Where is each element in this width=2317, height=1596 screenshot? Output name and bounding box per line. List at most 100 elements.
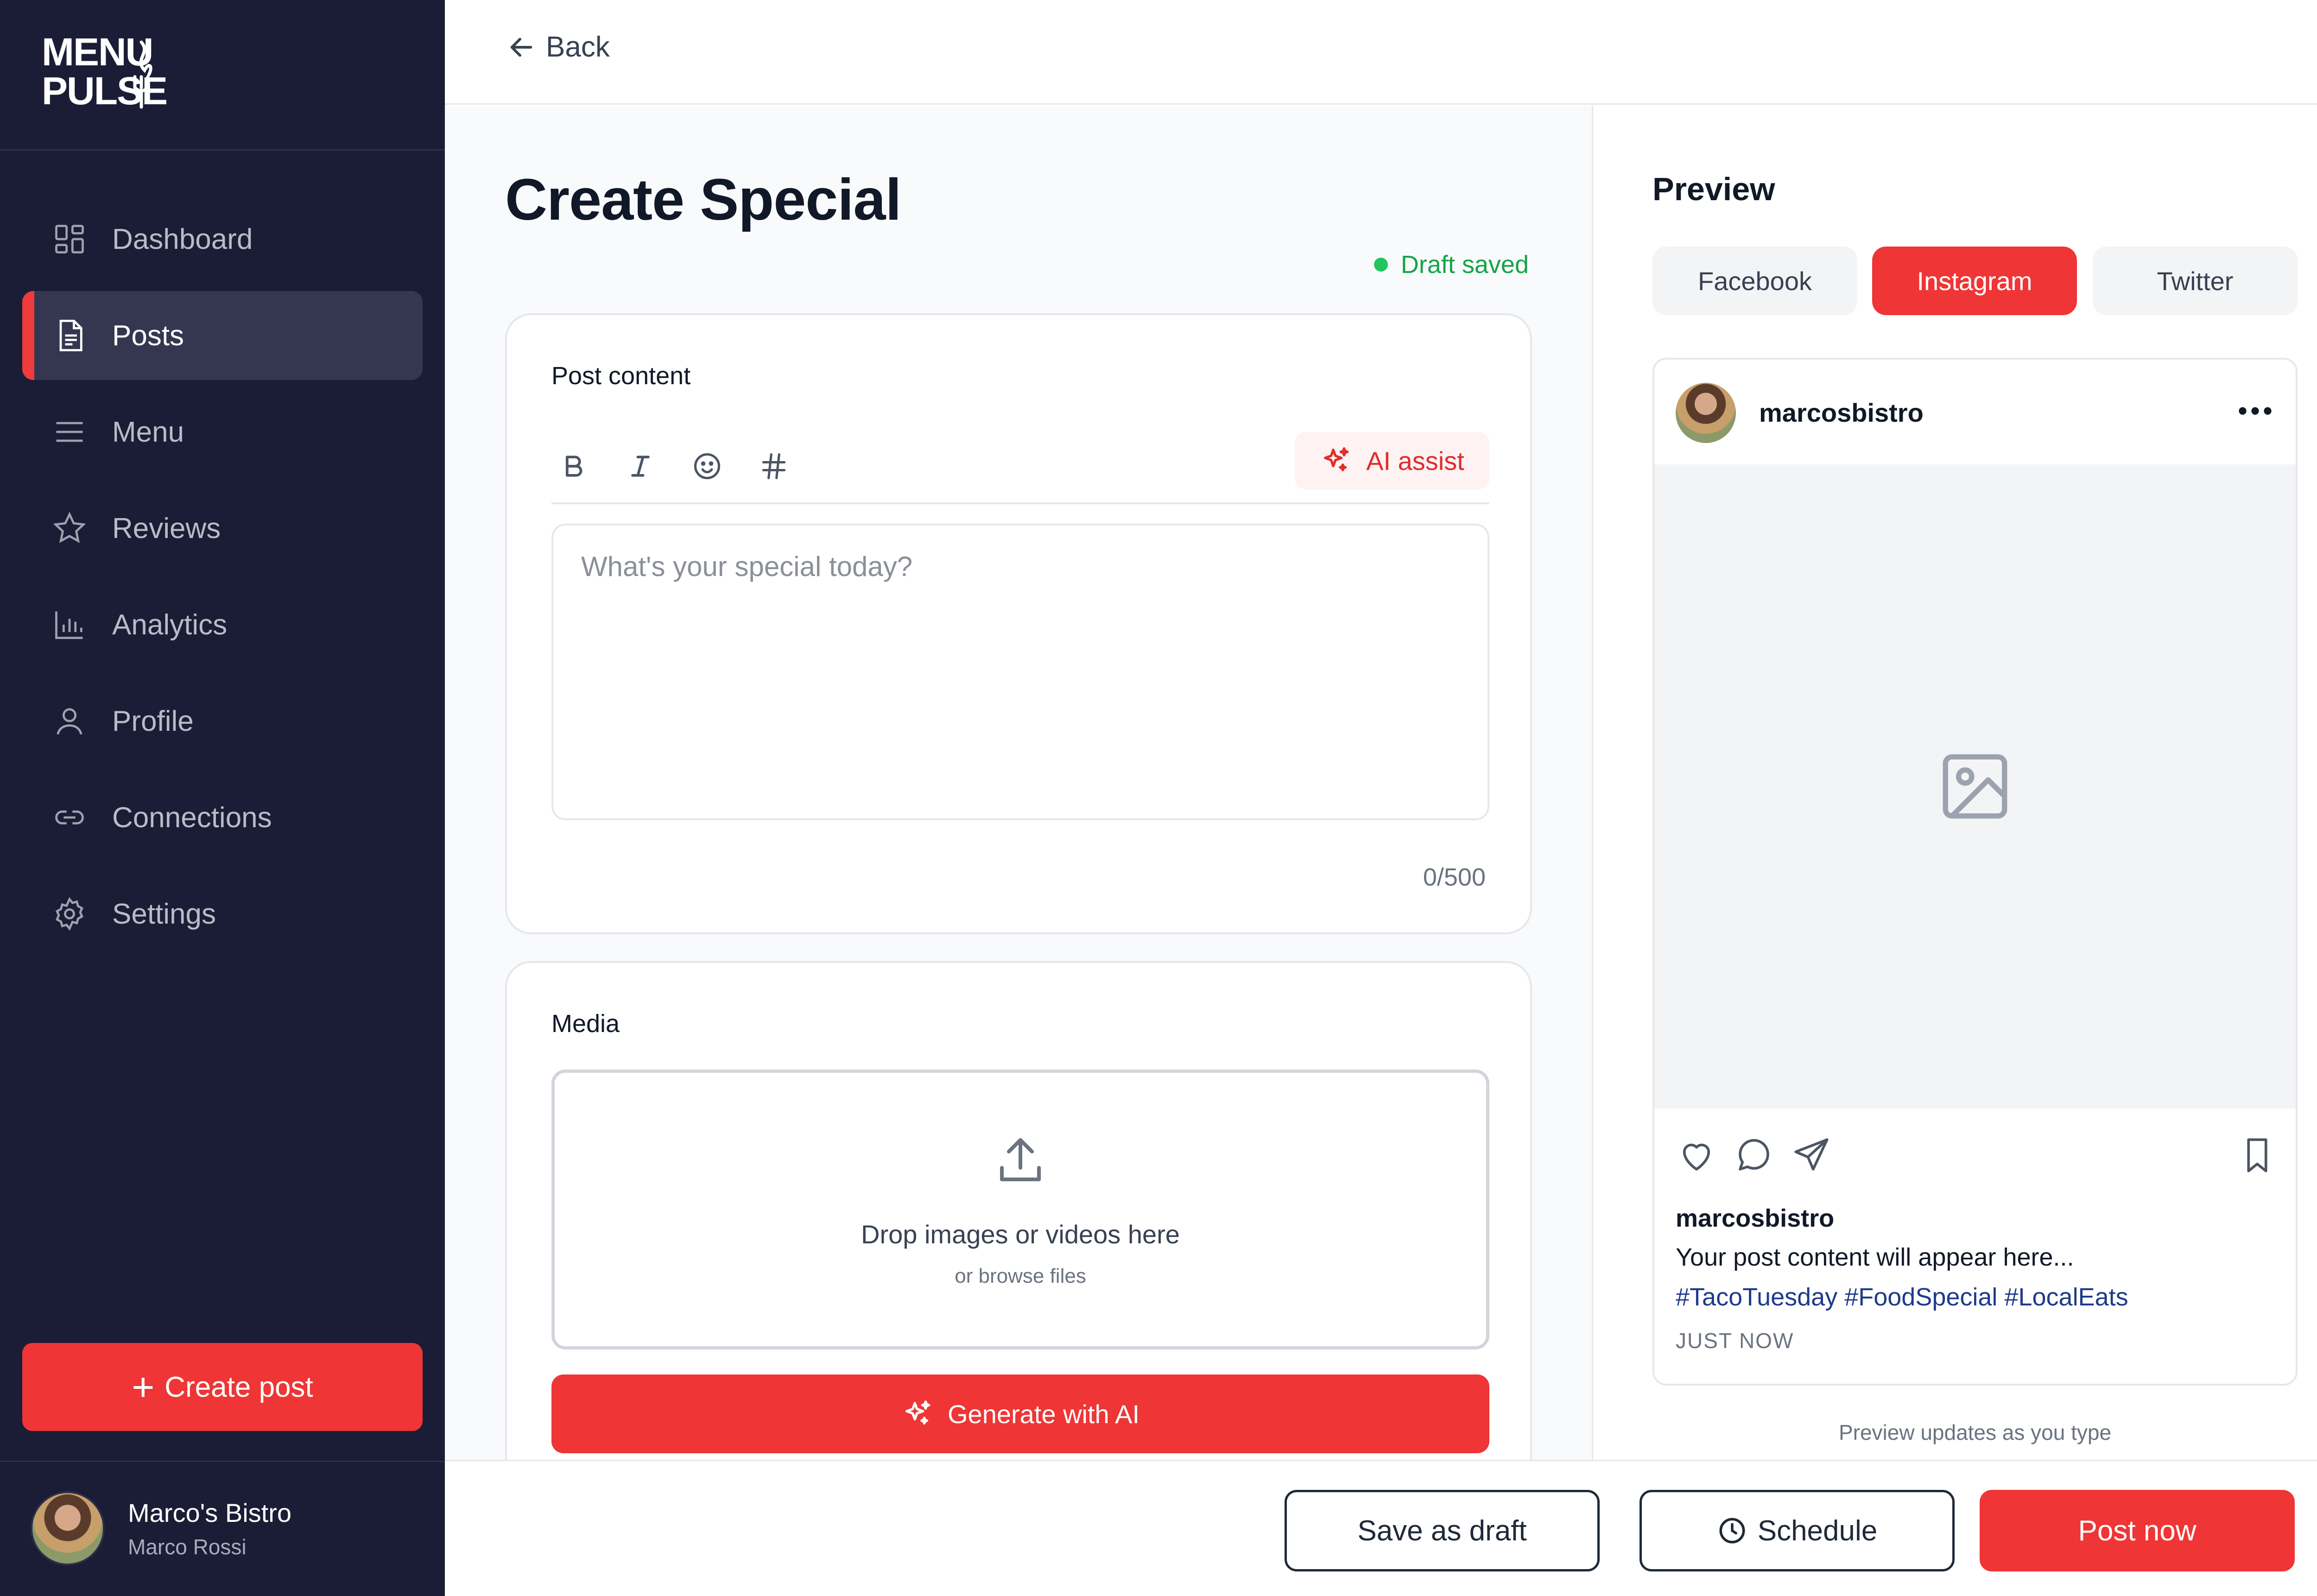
- bookmark-icon: [2247, 1138, 2267, 1172]
- format-toolbar: AI assist: [551, 432, 1489, 504]
- image-placeholder: [1654, 464, 2296, 1108]
- more-options-icon[interactable]: •••: [2238, 395, 2275, 427]
- post-content-label: Post content: [551, 362, 691, 390]
- dropzone-title: Drop images or videos here: [861, 1220, 1180, 1249]
- instagram-actions: [1676, 1134, 2278, 1176]
- hashtag-icon: [762, 453, 786, 480]
- caption-username: marcosbistro: [1676, 1204, 1835, 1232]
- preview-panel: Preview Facebook Instagram Twitter marco…: [1594, 106, 2317, 1460]
- heart-icon: [1683, 1143, 1710, 1171]
- post-now-button[interactable]: Post now: [1980, 1490, 2295, 1571]
- bar-chart-icon: [52, 607, 87, 642]
- smiley-icon: [694, 453, 721, 480]
- fork-flame-icon: [133, 40, 152, 109]
- app: MENU PULSE Dashboard Posts Menu Reviews …: [0, 0, 2317, 1596]
- sidebar-item-label: Settings: [112, 898, 216, 930]
- sidebar-item-label: Posts: [112, 319, 184, 352]
- instagram-post-header: marcosbistro •••: [1654, 360, 2296, 464]
- sidebar-item-posts[interactable]: Posts: [22, 291, 423, 380]
- media-dropzone[interactable]: Drop images or videos here or browse fil…: [551, 1070, 1489, 1349]
- bold-button[interactable]: [551, 444, 596, 488]
- media-card: Media Drop images or videos here or brow…: [505, 961, 1532, 1460]
- create-post-button[interactable]: + Create post: [22, 1343, 423, 1431]
- send-icon: [1794, 1138, 1829, 1171]
- create-post-label: Create post: [165, 1371, 313, 1403]
- save-as-draft-button[interactable]: Save as draft: [1285, 1490, 1600, 1571]
- platform-tabs: Facebook Instagram Twitter: [1652, 247, 2298, 315]
- editor-panel: Create Special Draft saved Post content: [445, 106, 1593, 1460]
- caption-hashtags: #TacoTuesday #FoodSpecial #LocalEats: [1676, 1283, 2128, 1311]
- dashboard-grid-icon: [52, 222, 87, 257]
- user-name: Marco's Bistro: [128, 1498, 291, 1527]
- sidebar-item-menu[interactable]: Menu: [22, 387, 423, 476]
- sidebar-nav: Dashboard Posts Menu Reviews Analytics P…: [22, 195, 423, 966]
- sparkle-icon: [905, 1400, 931, 1425]
- sidebar-item-dashboard[interactable]: Dashboard: [22, 195, 423, 284]
- save-as-draft-label: Save as draft: [1357, 1514, 1527, 1547]
- user-profile[interactable]: Marco's Bistro Marco Rossi: [31, 1491, 291, 1565]
- ai-assist-label: AI assist: [1366, 446, 1464, 475]
- sidebar-item-reviews[interactable]: Reviews: [22, 484, 423, 573]
- back-button[interactable]: Back: [505, 31, 610, 63]
- instagram-preview-card: marcosbistro ••• marcosbistro Your post …: [1652, 358, 2298, 1386]
- topbar: Back: [445, 0, 2317, 105]
- user-icon: [52, 703, 87, 739]
- schedule-label: Schedule: [1757, 1514, 1878, 1547]
- generate-with-ai-button[interactable]: Generate with AI: [551, 1374, 1489, 1453]
- sidebar-item-label: Connections: [112, 801, 272, 834]
- sidebar-item-analytics[interactable]: Analytics: [22, 580, 423, 669]
- like-button[interactable]: [1676, 1134, 1717, 1176]
- italic-icon: [631, 456, 650, 477]
- share-button[interactable]: [1791, 1134, 1832, 1176]
- sidebar-item-label: Reviews: [112, 512, 221, 545]
- user-text: Marco's Bistro Marco Rossi: [128, 1498, 291, 1559]
- preview-note: Preview updates as you type: [1838, 1420, 2112, 1444]
- post-content-card: Post content AI assist What's your speci…: [505, 313, 1532, 934]
- document-icon: [52, 318, 87, 353]
- sidebar-item-profile[interactable]: Profile: [22, 677, 423, 766]
- ai-assist-button[interactable]: AI assist: [1295, 432, 1489, 489]
- hashtag-button[interactable]: [752, 444, 796, 488]
- tab-instagram[interactable]: Instagram: [1872, 247, 2077, 315]
- schedule-button[interactable]: Schedule: [1640, 1490, 1955, 1571]
- sidebar-item-label: Dashboard: [112, 223, 253, 255]
- avatar: [31, 1491, 105, 1565]
- back-label: Back: [546, 31, 610, 63]
- sidebar-item-label: Menu: [112, 416, 184, 448]
- menu-pulse-logo[interactable]: MENU PULSE: [42, 32, 168, 120]
- post-content-input[interactable]: [551, 524, 1489, 820]
- emoji-button[interactable]: [685, 444, 729, 488]
- instagram-username: marcosbistro: [1759, 398, 1924, 427]
- user-subtitle: Marco Rossi: [128, 1534, 247, 1559]
- media-label: Media: [551, 1010, 620, 1038]
- sidebar-item-connections[interactable]: Connections: [22, 773, 423, 862]
- star-icon: [52, 511, 87, 546]
- comment-icon: [1739, 1139, 1769, 1171]
- italic-button[interactable]: [618, 444, 663, 488]
- sidebar-footer-divider: [0, 1461, 445, 1462]
- action-bar: Save as draft Schedule Post now: [445, 1460, 2317, 1596]
- bookmark-button[interactable]: [2236, 1134, 2278, 1176]
- sidebar-item-label: Profile: [112, 705, 194, 737]
- post-timestamp: JUST NOW: [1676, 1329, 1794, 1353]
- post-now-label: Post now: [2078, 1514, 2197, 1547]
- hamburger-menu-icon: [52, 414, 87, 450]
- bold-icon: [566, 456, 582, 477]
- plus-icon: +: [132, 1365, 155, 1409]
- arrow-left-icon: [510, 38, 532, 57]
- tab-facebook[interactable]: Facebook: [1652, 247, 1857, 315]
- image-icon: [1943, 754, 2007, 819]
- avatar: [1676, 383, 1736, 443]
- clock-icon: [1719, 1518, 1745, 1544]
- preview-title: Preview: [1652, 171, 1775, 207]
- sparkle-icon: [1324, 447, 1349, 472]
- gear-icon: [52, 896, 87, 931]
- generate-with-ai-label: Generate with AI: [947, 1399, 1140, 1429]
- tab-twitter[interactable]: Twitter: [2093, 247, 2298, 315]
- comment-button[interactable]: [1733, 1134, 1775, 1176]
- sidebar-item-label: Analytics: [112, 608, 228, 641]
- browse-files-link[interactable]: or browse files: [555, 1265, 1486, 1288]
- sidebar-item-settings[interactable]: Settings: [22, 869, 423, 958]
- draft-status: Draft saved: [1374, 250, 1529, 279]
- link-icon: [52, 800, 87, 835]
